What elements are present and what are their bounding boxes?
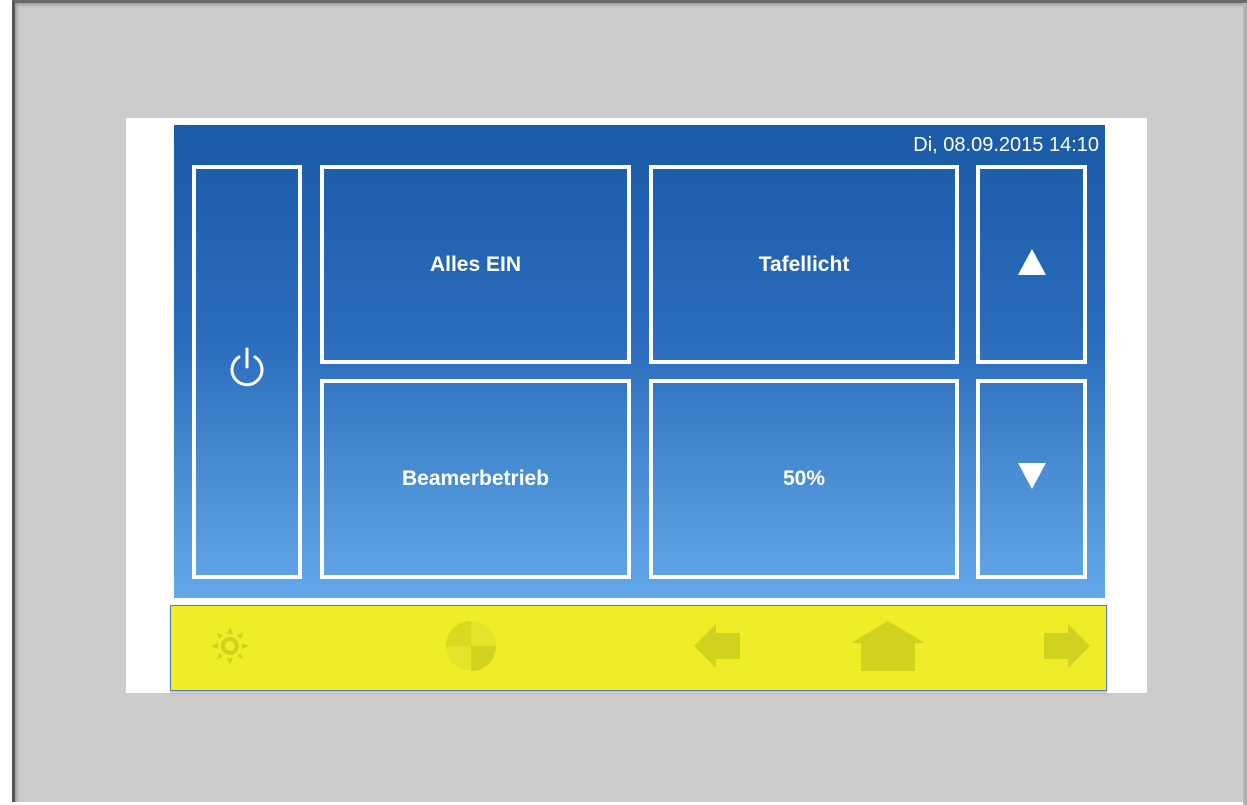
beamerbetrieb-label: Beamerbetrieb (401, 467, 550, 490)
dim-level-label: 50% (782, 467, 826, 490)
datetime-display: Di, 08.09.2015 14:10 (913, 134, 1099, 156)
beamerbetrieb-button[interactable]: Beamerbetrieb (320, 379, 631, 579)
arrow-right-icon (1042, 623, 1090, 674)
dim-level-button[interactable]: 50% (649, 379, 959, 579)
sun-icon (210, 626, 250, 671)
home-button[interactable] (851, 616, 925, 680)
pie-icon (445, 620, 497, 677)
forward-button[interactable] (1033, 616, 1099, 680)
home-icon (851, 620, 925, 676)
navigation-bar (170, 605, 1107, 691)
power-icon (227, 347, 267, 397)
tafellicht-button[interactable]: Tafellicht (649, 165, 959, 364)
alles-ein-button[interactable]: Alles EIN (320, 165, 631, 364)
brightness-button[interactable] (197, 616, 263, 680)
bezel-edge (1243, 3, 1247, 805)
back-button[interactable] (685, 616, 751, 680)
down-button[interactable] (976, 379, 1087, 579)
touch-screen: Di, 08.09.2015 14:10 Alles EIN Tafellich… (174, 125, 1105, 598)
triangle-down-icon (1017, 461, 1047, 497)
tafellicht-label: Tafellicht (758, 252, 850, 276)
arrow-left-icon (694, 623, 742, 674)
triangle-up-icon (1017, 247, 1047, 283)
power-button[interactable] (192, 165, 302, 579)
alles-ein-label: Alles EIN (429, 252, 522, 276)
up-button[interactable] (976, 165, 1087, 364)
scene-button[interactable] (438, 616, 504, 680)
